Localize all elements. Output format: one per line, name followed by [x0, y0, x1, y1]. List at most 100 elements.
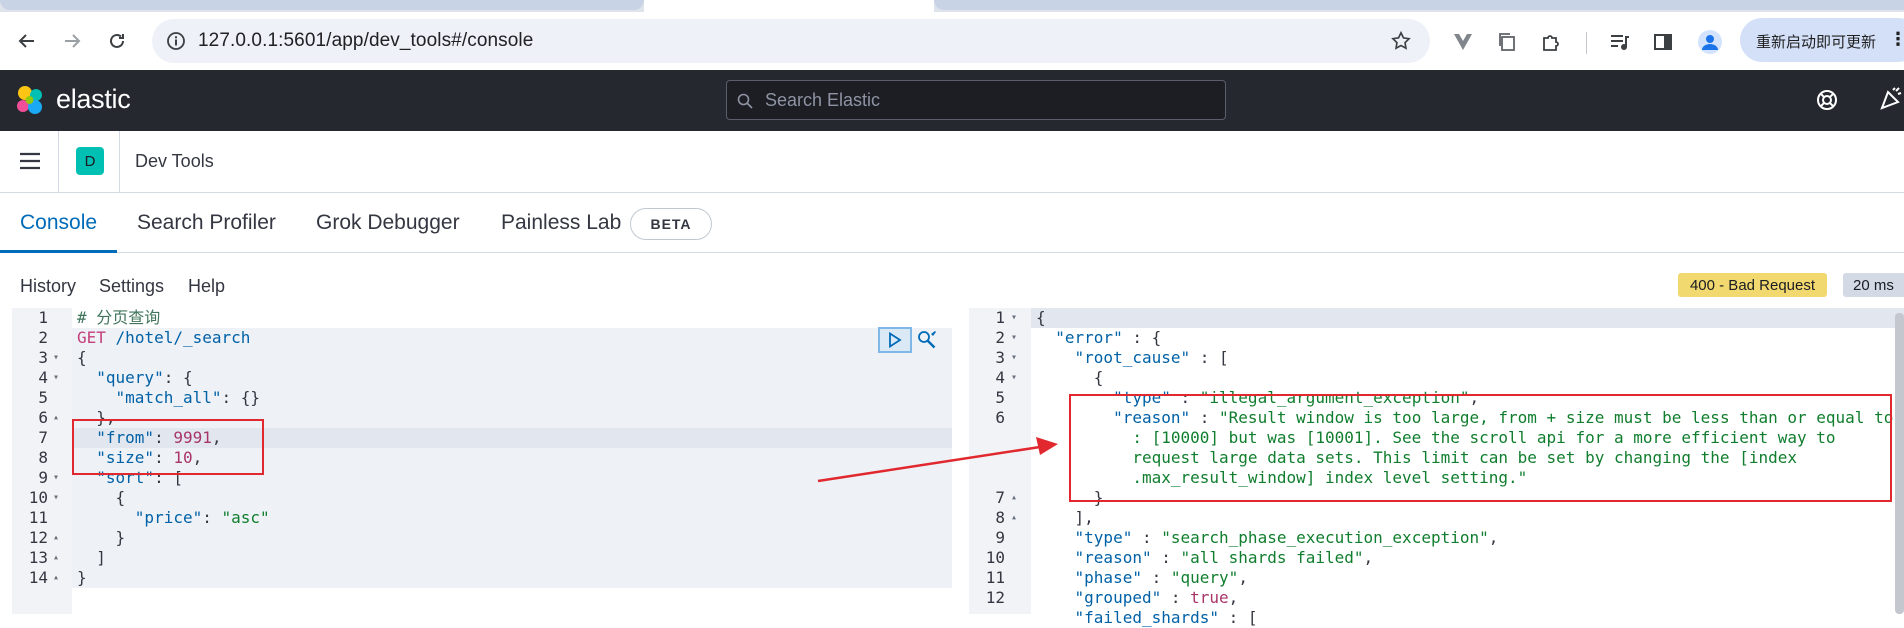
- line-number: 2: [38, 328, 48, 347]
- fold-toggle-icon[interactable]: ▾: [1011, 328, 1017, 348]
- settings-link[interactable]: Settings: [99, 276, 164, 297]
- fold-toggle-icon[interactable]: ▾: [1011, 308, 1017, 328]
- fold-toggle-icon[interactable]: ▾: [1011, 348, 1017, 368]
- code-line: "type" : "search_phase_execution_excepti…: [1074, 528, 1499, 547]
- address-bar[interactable]: 127.0.0.1:5601/app/dev_tools#/console: [152, 19, 1430, 63]
- line-number: 9: [995, 528, 1005, 547]
- space-avatar[interactable]: D: [76, 147, 104, 175]
- browser-toolbar: 127.0.0.1:5601/app/dev_tools#/console 重新…: [0, 12, 1904, 70]
- star-icon[interactable]: [1390, 30, 1412, 57]
- tab-search-profiler[interactable]: Search Profiler: [137, 211, 276, 235]
- url-text[interactable]: 127.0.0.1:5601/app/dev_tools#/console: [198, 30, 533, 52]
- browser-tab-active[interactable]: [644, 0, 934, 12]
- line-number: 6: [38, 408, 48, 427]
- divider: [119, 131, 120, 193]
- search-input[interactable]: [765, 81, 1205, 119]
- line-gutter: 1 ▾ 2 ▾ 3 ▾ 4 ▾ 5 6 7 ▴ 8 ▴ 9 10 11 12: [969, 308, 1031, 614]
- site-info-icon[interactable]: [166, 31, 186, 56]
- editor-resizer[interactable]: [957, 308, 969, 614]
- copy-extension-icon[interactable]: [1494, 29, 1520, 55]
- help-link[interactable]: Help: [188, 276, 225, 297]
- browser-tab[interactable]: [0, 0, 644, 10]
- fold-toggle-icon[interactable]: ▾: [53, 368, 59, 388]
- code-line: GET /hotel/_search: [77, 328, 250, 348]
- line-number: 12: [28, 528, 48, 547]
- history-link[interactable]: History: [20, 276, 76, 297]
- hamburger-menu-icon[interactable]: [18, 151, 42, 176]
- send-request-button[interactable]: [878, 327, 912, 353]
- code-line: ]: [96, 548, 106, 567]
- line-number: 5: [38, 388, 48, 407]
- line-number: 7: [995, 488, 1005, 507]
- global-search[interactable]: [726, 80, 1226, 120]
- extensions-puzzle-icon[interactable]: [1538, 29, 1564, 55]
- line-number: 3: [38, 348, 48, 367]
- code-line: }: [115, 528, 126, 547]
- back-button[interactable]: [12, 26, 42, 56]
- side-panel-icon[interactable]: [1650, 29, 1676, 55]
- request-time-badge: 20 ms: [1843, 273, 1904, 297]
- line-number: 8: [995, 508, 1005, 527]
- toolbar-separator: [1586, 32, 1587, 54]
- code-line: {: [77, 348, 87, 367]
- key-token: "match_all": [115, 388, 222, 407]
- browser-update-button[interactable]: 重新启动即可更新 ⋮: [1740, 18, 1904, 62]
- newsfeed-icon[interactable]: [1878, 86, 1904, 117]
- elastic-logo-icon[interactable]: [14, 84, 46, 121]
- fold-toggle-icon[interactable]: ▾: [53, 488, 59, 508]
- divider: [58, 131, 59, 193]
- browser-tab[interactable]: [934, 0, 1904, 10]
- line-number: 11: [985, 568, 1005, 587]
- profile-avatar-icon[interactable]: [1697, 29, 1723, 55]
- line-number: 4: [995, 368, 1005, 387]
- tab-painless-lab[interactable]: Painless Lab: [501, 211, 621, 235]
- line-number: 13: [28, 548, 48, 567]
- breadcrumb-title: Dev Tools: [135, 151, 214, 171]
- media-control-icon[interactable]: [1606, 29, 1632, 55]
- kibana-header: elastic: [0, 70, 1904, 131]
- help-icon[interactable]: [1815, 88, 1839, 117]
- reload-button[interactable]: [102, 26, 132, 56]
- tab-grok-debugger[interactable]: Grok Debugger: [316, 211, 460, 235]
- fold-toggle-icon[interactable]: ▴: [53, 548, 59, 568]
- code-line: "reason" : "all shards failed",: [1074, 548, 1374, 567]
- arrow-right-icon: [65, 34, 81, 48]
- line-gutter: 1 2 3 ▾ 4 ▾ 5 6 ▴ 7 8 9 ▾ 10 ▾ 11 12 ▴ 13 ▴ 14 ▴: [12, 308, 72, 614]
- reload-icon: [110, 33, 124, 48]
- fold-toggle-icon[interactable]: ▴: [1011, 488, 1017, 508]
- code-line: "query": {: [96, 368, 193, 387]
- string-token: "asc": [221, 508, 270, 527]
- update-label: 重新启动即可更新: [1756, 34, 1877, 51]
- vue-extension-icon[interactable]: [1450, 29, 1476, 55]
- browser-tab-strip: [0, 0, 1904, 12]
- line-number: 1: [995, 308, 1005, 327]
- annotation-box-from-size: [72, 419, 264, 475]
- wrench-icon[interactable]: [916, 329, 938, 356]
- brand-name[interactable]: elastic: [56, 84, 131, 115]
- active-tab-underline: [0, 250, 117, 253]
- more-menu-icon[interactable]: ⋮: [1889, 29, 1904, 50]
- fold-toggle-icon[interactable]: ▾: [53, 468, 59, 488]
- code-line: "grouped" : true,: [1074, 588, 1239, 607]
- comment-token: # 分页查询: [77, 308, 161, 327]
- fold-toggle-icon[interactable]: ▴: [53, 568, 59, 588]
- fold-toggle-icon[interactable]: ▾: [1011, 368, 1017, 388]
- fold-toggle-icon[interactable]: ▴: [1011, 508, 1017, 528]
- fold-toggle-icon[interactable]: ▴: [53, 528, 59, 548]
- key-token: "error": [1055, 328, 1123, 347]
- forward-button[interactable]: [57, 26, 87, 56]
- fold-toggle-icon[interactable]: ▾: [53, 348, 59, 368]
- line-number: 3: [995, 348, 1005, 367]
- tab-console[interactable]: Console: [20, 211, 97, 235]
- search-icon: [737, 93, 753, 114]
- line-number: 4: [38, 368, 48, 387]
- line-number: 7: [38, 428, 48, 447]
- line-number: 5: [995, 388, 1005, 407]
- code-line: "phase" : "query",: [1074, 568, 1248, 587]
- response-scrollbar[interactable]: [1895, 313, 1904, 614]
- active-line-highlight: [969, 308, 1904, 328]
- key-token: "phase": [1074, 568, 1142, 587]
- fold-toggle-icon[interactable]: ▴: [53, 408, 59, 428]
- key-token: "root_cause": [1074, 348, 1191, 367]
- code-line: "root_cause" : [: [1074, 348, 1229, 367]
